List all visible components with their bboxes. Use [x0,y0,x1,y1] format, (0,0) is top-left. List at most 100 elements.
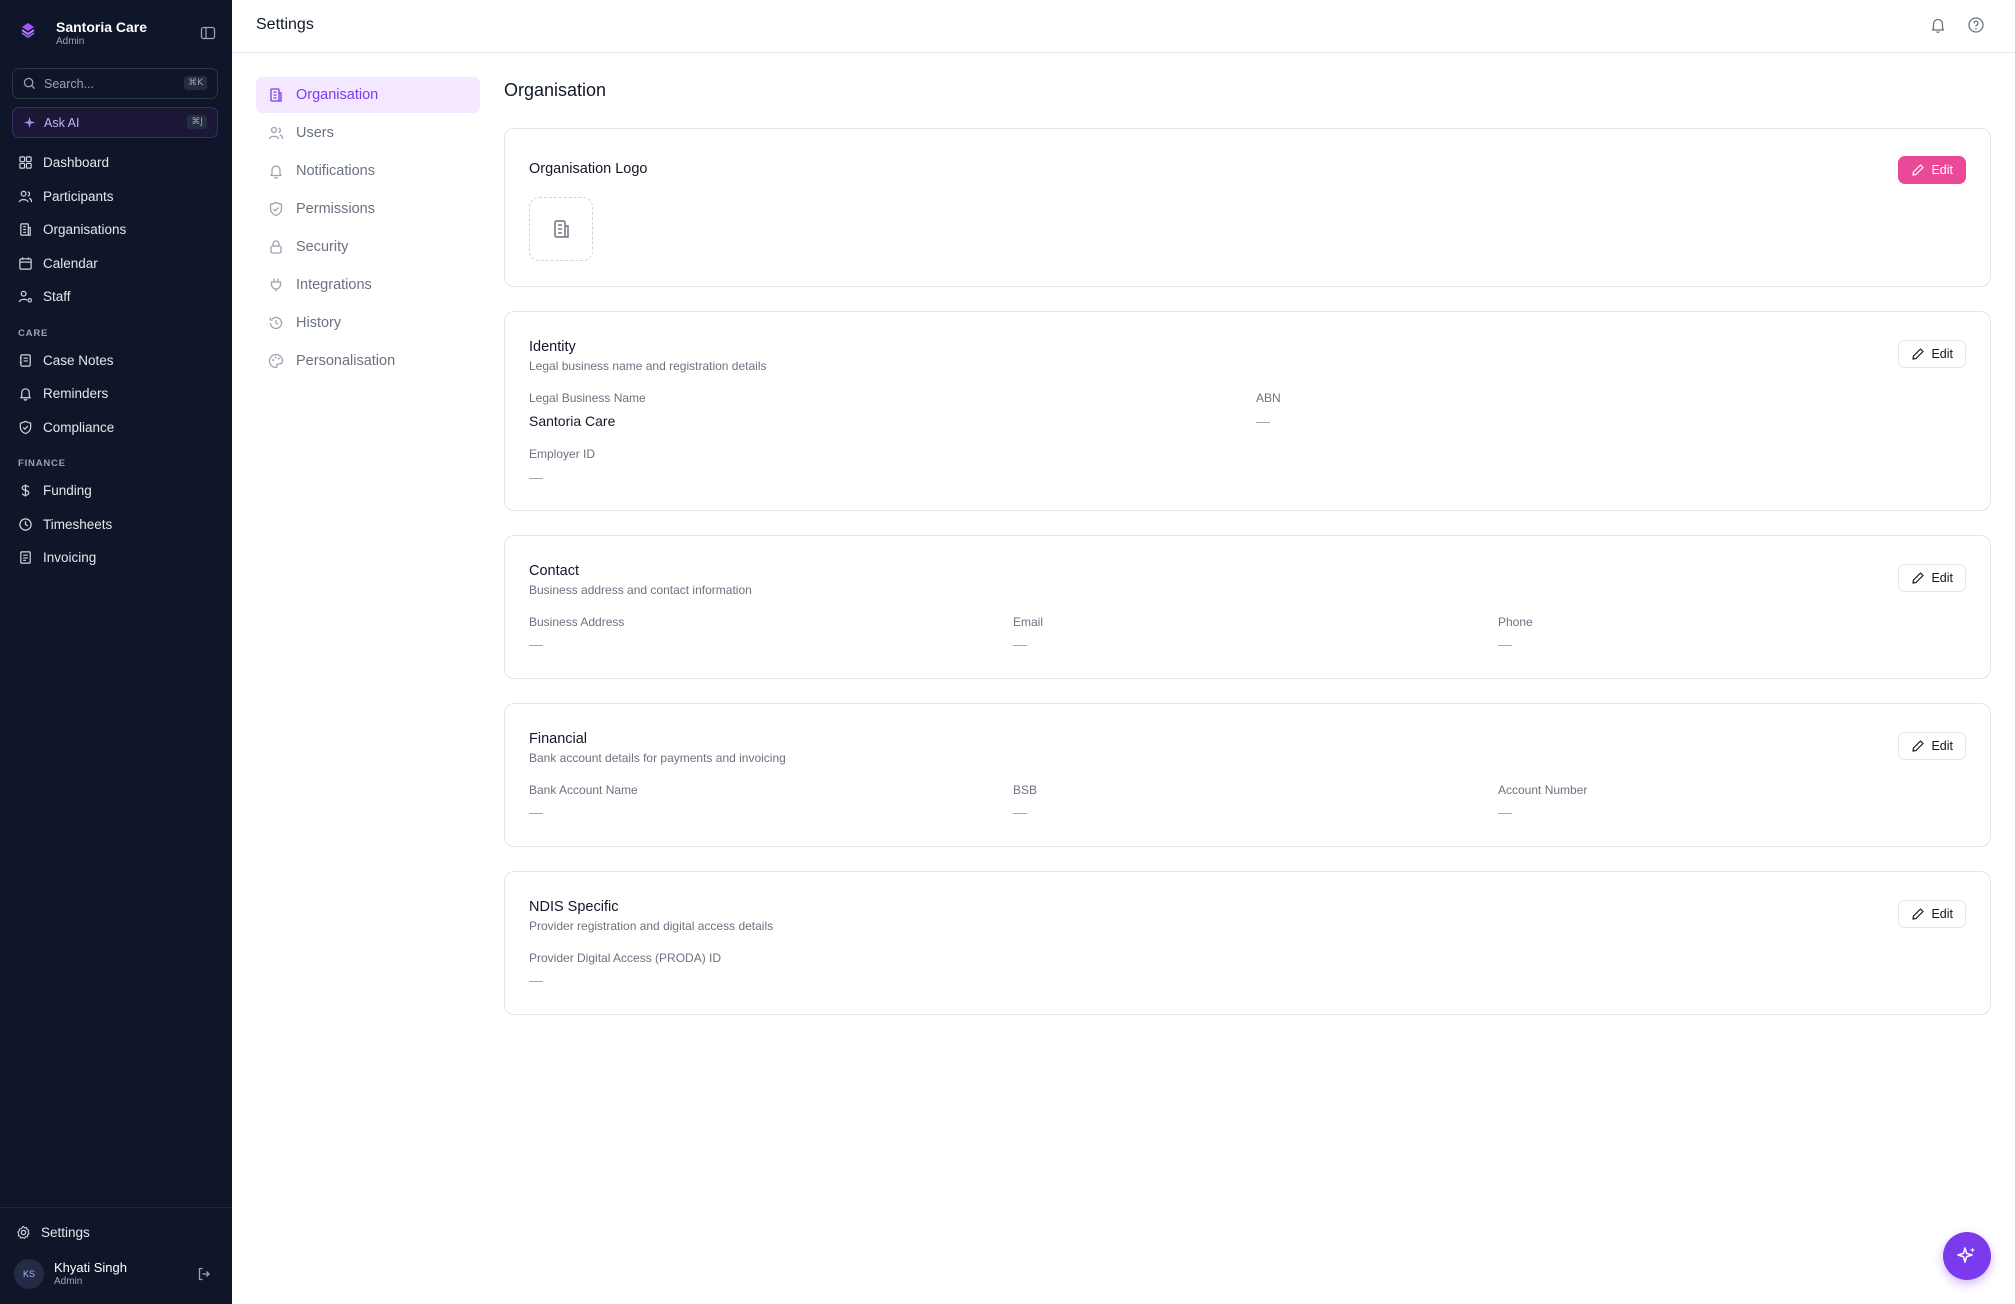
card-subtitle: Business address and contact information [529,583,752,597]
field-label: Account Number [1498,783,1588,797]
palette-icon [268,353,284,369]
sidebar-item-funding[interactable]: Funding [18,479,92,501]
field-value: — [529,469,543,485]
sidebar-item-dashboard[interactable]: Dashboard [18,151,109,173]
brand-name: Santoria Care [56,19,148,35]
plug-icon [270,278,282,292]
finance-section-label: FINANCE [18,458,66,469]
pencil-icon [1912,908,1925,920]
sidebar-item-calendar[interactable]: Calendar [18,252,98,274]
field-value: — [529,972,543,988]
search-icon [23,77,36,90]
field-label: Email [1013,615,1044,629]
settings-nav-label: Integrations [296,277,372,293]
brand-role: Admin [56,36,85,47]
field-label: Phone [1498,615,1533,629]
settings-nav-integrations[interactable]: Integrations [256,267,480,303]
settings-nav-permissions[interactable]: Permissions [256,191,480,227]
sidebar-item-label: Participants [43,188,114,204]
settings-nav-security[interactable]: Security [256,229,480,265]
card-subtitle: Bank account details for payments and in… [529,751,786,765]
settings-nav-label: Users [296,125,334,141]
search-placeholder: Search... [44,76,95,91]
field-label: ABN [1256,391,1281,405]
field-label: BSB [1013,783,1038,797]
pencil-icon [1912,164,1925,176]
field-value: — [1256,413,1270,429]
users-icon [268,126,284,140]
settings-nav-notifications[interactable]: Notifications [256,153,480,189]
sidebar-item-case-notes[interactable]: Case Notes [18,349,114,371]
top-bar: Settings [232,0,2015,53]
field-value: Santoria Care [529,413,616,429]
bell-icon [20,387,31,401]
edit-financial-button[interactable]: Edit [1898,732,1966,760]
building-icon [270,88,282,102]
logo-placeholder[interactable] [529,197,593,261]
ai-assistant-button[interactable] [1943,1232,1991,1280]
field-label: Business Address [529,615,625,629]
sidebar-item-label: Calendar [43,255,98,271]
sidebar-item-label: Reminders [43,385,109,401]
gear-icon [17,1225,30,1239]
ndis-card: NDIS Specific Provider registration and … [504,871,1991,1015]
settings-nav-organisation[interactable]: Organisation [256,77,480,113]
edit-ndis-button[interactable]: Edit [1898,900,1966,928]
receipt-icon [20,550,31,564]
shield-check-icon [19,420,32,434]
field-value: — [1013,636,1027,652]
avatar: KS [14,1259,44,1289]
building-icon [20,222,31,236]
sidebar-item-settings[interactable]: Settings [16,1221,90,1243]
sidebar-item-organisations[interactable]: Organisations [18,218,126,240]
help-icon[interactable] [1967,16,1985,34]
logout-icon[interactable] [196,1266,212,1282]
edit-label: Edit [1931,163,1953,177]
user-profile[interactable]: KS Khyati Singh Admin [14,1259,127,1289]
care-section-label: CARE [18,328,49,339]
search-input[interactable]: Search... ⌘K [12,68,218,99]
lock-icon [270,240,282,254]
bell-icon[interactable] [1929,16,1947,34]
dashboard-icon [19,155,32,169]
card-title: Contact [529,563,579,579]
ask-ai-button[interactable]: Ask AI ⌘J [12,107,218,138]
field-label: Employer ID [529,447,596,461]
sparkles-icon [23,116,36,129]
settings-nav-users[interactable]: Users [256,115,480,151]
contact-card: Contact Business address and contact inf… [504,535,1991,679]
field-value: — [529,804,543,820]
edit-contact-button[interactable]: Edit [1898,564,1966,592]
card-title: Organisation Logo [529,161,648,177]
clock-icon [19,517,32,531]
brand[interactable]: Santoria Care Admin [18,18,147,48]
shield-check-icon [269,201,283,217]
edit-label: Edit [1931,739,1953,753]
settings-nav-history[interactable]: History [256,305,480,341]
edit-identity-button[interactable]: Edit [1898,340,1966,368]
sidebar-item-staff[interactable]: Staff [18,285,71,307]
sidebar-item-compliance[interactable]: Compliance [18,416,114,438]
sidebar-item-participants[interactable]: Participants [18,185,114,207]
ask-ai-label: Ask AI [44,115,80,130]
sidebar-item-label: Compliance [43,419,115,435]
sidebar-item-reminders[interactable]: Reminders [18,382,108,404]
divider [0,1207,232,1208]
settings-nav-personalisation[interactable]: Personalisation [256,343,480,379]
field-value: — [1013,804,1027,820]
settings-nav-label: Personalisation [296,353,396,369]
user-role: Admin [54,1276,83,1287]
field-value: — [529,636,543,652]
field-label: Provider Digital Access (PRODA) ID [529,951,722,965]
search-shortcut: ⌘K [184,76,207,90]
sidebar-item-timesheets[interactable]: Timesheets [18,513,112,535]
pencil-icon [1912,740,1925,752]
brand-logo-icon [21,23,35,39]
edit-logo-button[interactable]: Edit [1898,156,1966,184]
sidebar-item-invoicing[interactable]: Invoicing [18,546,96,568]
history-icon [269,316,283,330]
sidebar-collapse-icon[interactable] [199,24,217,42]
sidebar-item-label: Settings [41,1224,90,1240]
organisation-logo-card: Organisation Logo Edit [504,128,1991,287]
sidebar-item-label: Dashboard [43,154,110,170]
